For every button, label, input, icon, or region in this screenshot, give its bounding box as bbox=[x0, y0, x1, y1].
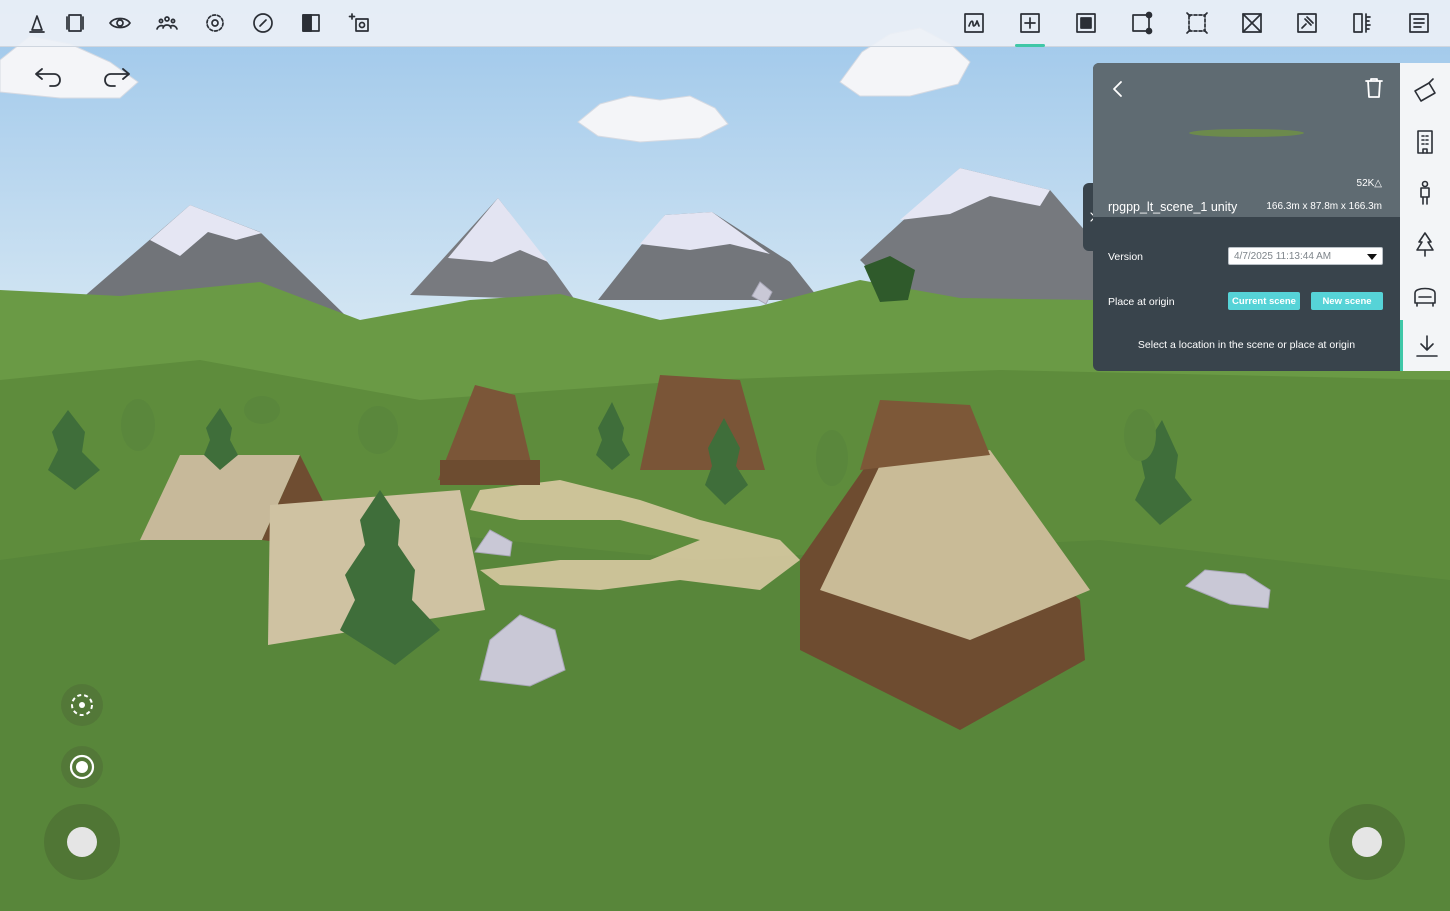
joystick-knob[interactable] bbox=[1352, 827, 1382, 857]
place-at-origin-label: Place at origin bbox=[1108, 296, 1175, 308]
asset-name: rpgpp_lt_scene_1 unity bbox=[1108, 200, 1238, 214]
cross-square-icon[interactable] bbox=[1237, 8, 1267, 38]
undo-icon bbox=[35, 68, 61, 87]
paint-icon[interactable] bbox=[22, 8, 52, 38]
current-scene-button[interactable]: Current scene bbox=[1228, 292, 1300, 310]
settings-icon[interactable] bbox=[200, 8, 230, 38]
back-button[interactable] bbox=[1107, 77, 1131, 103]
category-rail bbox=[1400, 63, 1450, 371]
furniture-icon[interactable] bbox=[1400, 269, 1450, 320]
tree-icon[interactable] bbox=[1400, 218, 1450, 269]
asset-preview bbox=[1093, 63, 1400, 217]
frame-icon[interactable] bbox=[60, 8, 90, 38]
pin-square-icon[interactable] bbox=[1292, 8, 1322, 38]
list-icon[interactable] bbox=[1404, 8, 1434, 38]
asset-dimensions: 166.3m x 87.8m x 166.3m bbox=[1266, 201, 1382, 212]
eye-icon[interactable] bbox=[105, 8, 135, 38]
target-icon bbox=[69, 754, 95, 780]
version-label: Version bbox=[1108, 251, 1144, 263]
chevron-left-icon bbox=[1113, 81, 1122, 97]
move-joystick[interactable] bbox=[44, 804, 120, 880]
compass-icon[interactable] bbox=[248, 8, 278, 38]
figure-icon[interactable] bbox=[1400, 167, 1450, 218]
dashed-square-icon[interactable] bbox=[1182, 8, 1212, 38]
solid-square-icon[interactable] bbox=[1071, 8, 1101, 38]
version-value: 4/7/2025 11:13:44 AM bbox=[1234, 251, 1332, 262]
orbit-icon bbox=[71, 694, 93, 716]
target-camera-button[interactable] bbox=[61, 746, 103, 788]
ruler-icon[interactable] bbox=[1348, 8, 1378, 38]
split-view-icon[interactable] bbox=[296, 8, 326, 38]
trash-icon bbox=[1365, 78, 1383, 98]
new-scene-button[interactable]: New scene bbox=[1311, 292, 1383, 310]
shapes-icon[interactable] bbox=[1400, 65, 1450, 116]
joystick-knob[interactable] bbox=[67, 827, 97, 857]
people-icon[interactable] bbox=[152, 8, 182, 38]
node-square-icon[interactable] bbox=[1127, 8, 1157, 38]
triangle-count: 52K△ bbox=[1356, 178, 1382, 189]
building-icon[interactable] bbox=[1400, 116, 1450, 167]
ai-camera-icon[interactable] bbox=[344, 8, 374, 38]
redo-button[interactable] bbox=[98, 62, 138, 94]
look-joystick[interactable] bbox=[1329, 804, 1405, 880]
add-object-icon[interactable] bbox=[1015, 8, 1045, 38]
asset-panel: 52K△ rpgpp_lt_scene_1 unity 166.3m x 87.… bbox=[1093, 63, 1400, 371]
undo-button[interactable] bbox=[27, 62, 67, 94]
orbit-camera-button[interactable] bbox=[61, 684, 103, 726]
caret-down-icon bbox=[1367, 254, 1377, 260]
download-icon[interactable] bbox=[1400, 320, 1450, 371]
asset-thumbnail bbox=[1189, 129, 1304, 137]
version-select[interactable]: 4/7/2025 11:13:44 AM bbox=[1228, 247, 1383, 265]
delete-button[interactable] bbox=[1363, 76, 1387, 102]
top-toolbar bbox=[0, 0, 1450, 47]
active-tool-indicator bbox=[1015, 44, 1045, 47]
draw-icon[interactable] bbox=[959, 8, 989, 38]
redo-icon bbox=[104, 68, 130, 87]
placement-hint: Select a location in the scene or place … bbox=[1137, 339, 1356, 351]
